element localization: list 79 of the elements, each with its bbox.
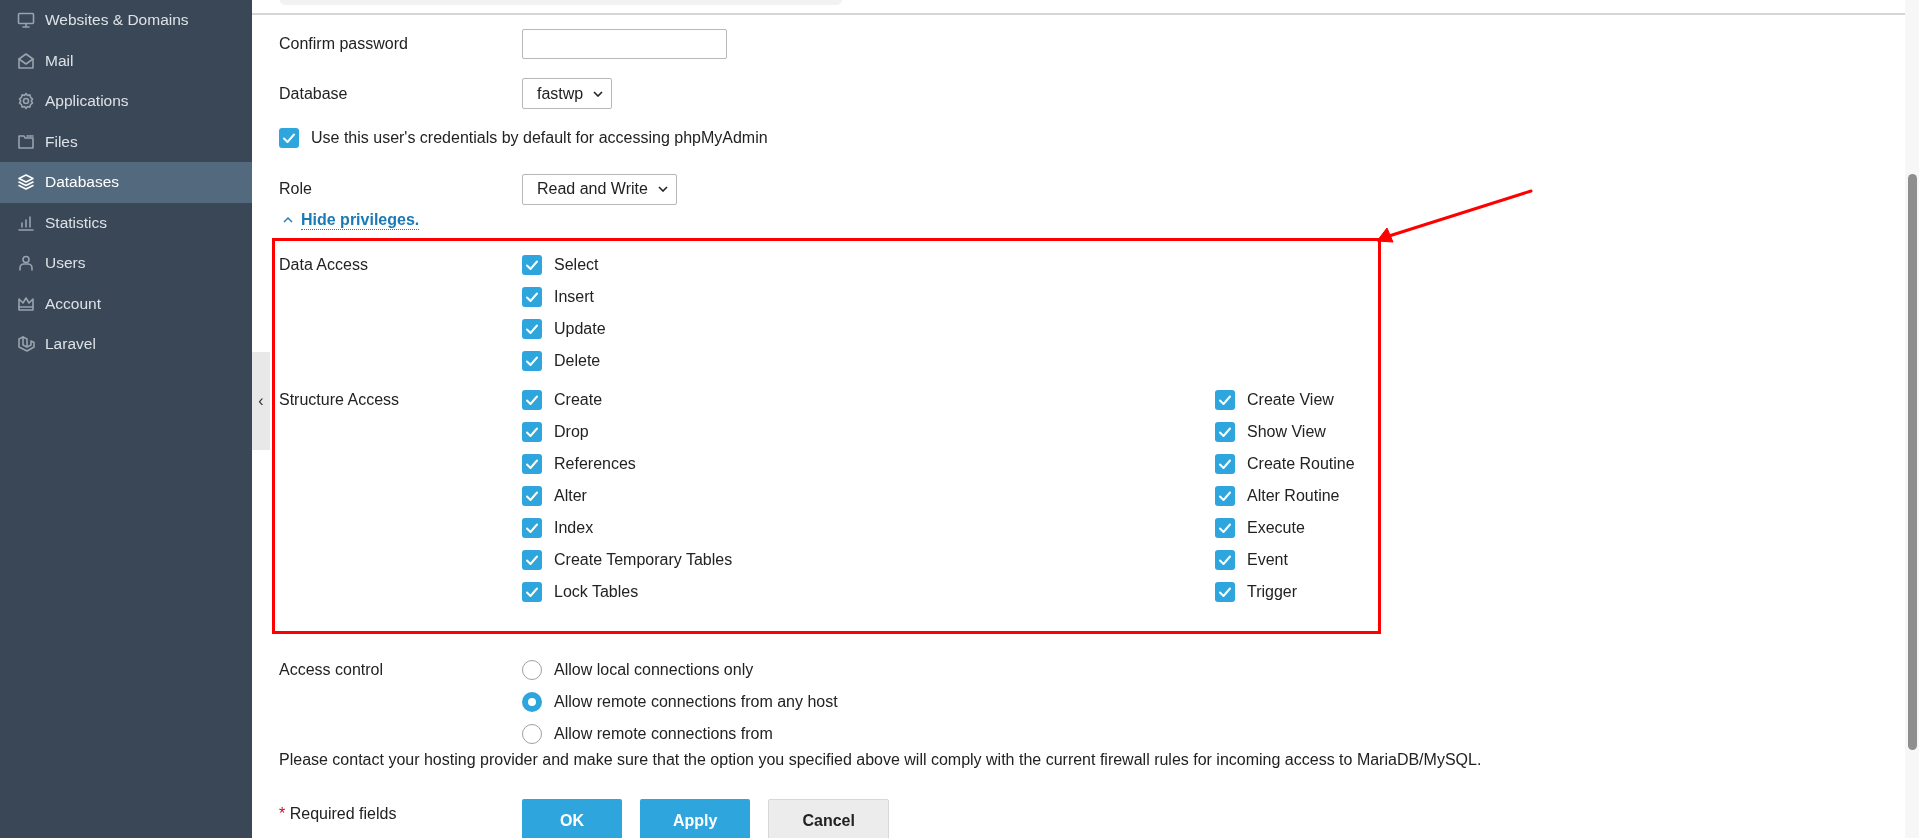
checkbox[interactable] (1215, 582, 1235, 602)
scrollbar-thumb[interactable] (1908, 174, 1917, 750)
password-field[interactable] (522, 29, 727, 59)
cancel-button[interactable]: Cancel (768, 799, 889, 838)
monitor-icon (17, 11, 35, 30)
sidebar-item[interactable]: Databases (0, 162, 252, 203)
role-select[interactable]: Read and Write (522, 173, 677, 205)
checkbox-label: Select (554, 256, 599, 274)
checkbox-label: Execute (1247, 519, 1305, 537)
checkbox[interactable] (522, 550, 542, 570)
checkbox[interactable] (522, 319, 542, 339)
leaf-logo-icon (17, 335, 35, 354)
sidebar-item[interactable]: Mail (0, 40, 252, 81)
envelope-icon (17, 51, 35, 70)
checkbox[interactable] (1215, 390, 1235, 410)
note-text: Please contact your hosting provider and make sure that the option you specified above will comply with the current firewall rules for incoming access to MariaDB/MySQL. (278, 750, 1483, 770)
radio-label: Allow local connections only (554, 661, 754, 679)
checkbox-label: Create View (1247, 391, 1334, 409)
checkbox-label: Lock Tables (554, 583, 639, 601)
required-fields-label: * Required fields (279, 804, 398, 824)
radio-button[interactable] (522, 724, 542, 744)
checkbox-label: References (554, 455, 636, 473)
checkbox-label: Event (1247, 551, 1288, 569)
checkbox[interactable] (1215, 486, 1235, 506)
checkbox-label: Use this user's credentials by default for accessing phpMyAdmin (311, 129, 768, 147)
checkbox-label: Index (554, 519, 594, 537)
field-label: Confirm password (279, 34, 409, 54)
checkbox[interactable] (522, 422, 542, 442)
chevron-down-icon (593, 90, 604, 97)
radio-button[interactable] (522, 660, 542, 680)
checkbox[interactable] (1215, 454, 1235, 474)
sidebar-item[interactable]: Laravel (0, 324, 252, 365)
crown-icon (17, 294, 35, 313)
checkbox[interactable] (1215, 550, 1235, 570)
layers-icon (17, 173, 35, 192)
checkbox[interactable] (522, 582, 542, 602)
checkbox-label: Trigger (1247, 583, 1298, 601)
chevron-down-icon (657, 186, 668, 192)
sidebar-item[interactable]: Statistics (0, 202, 252, 243)
checkbox-label: Drop (554, 423, 589, 441)
checkbox[interactable] (1215, 422, 1235, 442)
radio-label: Allow remote connections from (554, 725, 773, 743)
sidebar-item[interactable]: Websites & Domains (0, 0, 252, 41)
radio-button[interactable] (522, 692, 542, 712)
checkbox[interactable] (522, 486, 542, 506)
checkbox-label: Create Routine (1247, 455, 1355, 473)
checkbox-label: Alter Routine (1247, 487, 1340, 505)
checkbox-label: Show View (1247, 423, 1326, 441)
checkbox[interactable] (522, 390, 542, 410)
database-select[interactable]: fastwp (522, 78, 613, 109)
field-label: Role (279, 179, 313, 199)
checkbox-label: Alter (554, 487, 587, 505)
collapse-handle[interactable]: ‹ (252, 352, 270, 450)
gear-icon (17, 92, 35, 111)
checkbox[interactable] (522, 287, 542, 307)
hide-privileges-link[interactable]: Hide privileges. (301, 210, 420, 230)
sidebar-item[interactable]: Account (0, 283, 252, 324)
user-icon (17, 254, 35, 273)
field-label: Access control (279, 660, 385, 680)
checkbox-label: Insert (554, 288, 594, 306)
sidebar-item[interactable]: Files (0, 121, 252, 162)
sidebar-item[interactable]: Users (0, 243, 252, 284)
checkbox[interactable] (522, 255, 542, 275)
checkbox-label: Update (554, 320, 606, 338)
folder-icon (17, 132, 35, 151)
sidebar-item[interactable]: Applications (0, 81, 252, 122)
radio-label: Allow remote connections from any host (554, 693, 838, 711)
checkbox[interactable] (522, 518, 542, 538)
field-label: Database (279, 83, 349, 104)
bar-chart-icon (17, 213, 35, 232)
group-label: Structure Access (279, 390, 401, 410)
checkbox[interactable] (522, 351, 542, 371)
checkbox[interactable] (1215, 518, 1235, 538)
checkbox-label: Delete (554, 352, 601, 370)
checkbox-label: Create Temporary Tables (554, 551, 733, 569)
checkbox-label: Create (554, 391, 603, 409)
checkbox[interactable] (279, 128, 299, 148)
group-label: Data Access (279, 255, 369, 275)
checkbox[interactable] (522, 454, 542, 474)
